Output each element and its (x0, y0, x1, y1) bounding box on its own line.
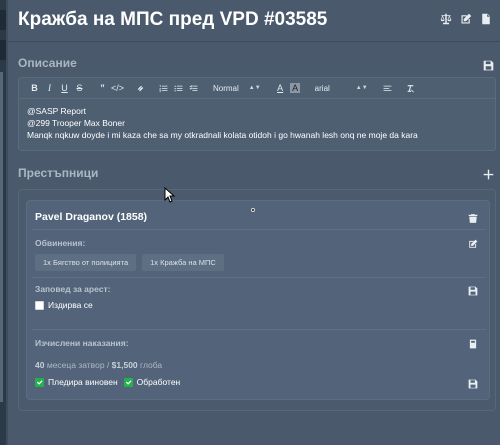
offenders-heading: Престъпници (18, 166, 99, 180)
report-line: @SASP Report (27, 106, 87, 116)
mouse-cursor-icon (164, 186, 176, 203)
description-editor[interactable]: B I U S ” </> Normal ▲▼ A A arial ▲▼ @SA… (18, 77, 496, 151)
divider (32, 229, 486, 230)
checklist-icon[interactable] (186, 81, 201, 95)
rail-tab-1[interactable] (0, 10, 6, 30)
status-checkboxes: Пледира виновен Обработен (35, 377, 180, 387)
save-icon[interactable] (483, 58, 494, 71)
align-icon[interactable] (380, 81, 395, 95)
charge-chip[interactable]: 1x Бягство от полицията (35, 254, 137, 271)
edit-icon[interactable] (460, 13, 472, 25)
wanted-checkbox-label: Издирва се (48, 300, 93, 310)
strike-button[interactable]: S (72, 81, 87, 95)
divider (32, 277, 486, 278)
cursor-dot (251, 208, 255, 212)
editor-content[interactable]: @SASP Report @299 Trooper Max Boner Manq… (19, 99, 495, 147)
blockquote-button[interactable]: ” (95, 81, 110, 95)
heading-select[interactable]: Normal ▲▼ (209, 84, 265, 93)
clear-format-icon[interactable] (403, 81, 418, 95)
edit-icon[interactable] (468, 236, 478, 248)
fine-text: глоба (140, 360, 163, 370)
sentence-summary: 40 месеца затвор / $1,500 глоба (35, 360, 162, 370)
charge-chip[interactable]: 1x Кражба на МПС (142, 254, 224, 271)
document-icon[interactable] (480, 13, 492, 25)
divider (32, 329, 486, 330)
link-icon[interactable] (133, 81, 148, 95)
pleaded-guilty-label: Пледира виновен (48, 377, 118, 387)
italic-button[interactable]: I (42, 81, 57, 95)
text-color-button[interactable]: A (273, 81, 288, 95)
description-heading: Описание (18, 56, 77, 70)
scroll-indicator[interactable] (0, 72, 3, 402)
rail-tab-2[interactable] (0, 40, 6, 60)
bullet-list-icon[interactable] (171, 81, 186, 95)
trash-icon[interactable] (468, 211, 478, 223)
font-select[interactable]: arial ▲▼ (311, 84, 372, 93)
save-icon[interactable] (468, 376, 478, 389)
add-offender-icon[interactable] (483, 167, 494, 180)
page-title: Кражба на МПС пред VPD #03585 (18, 9, 328, 30)
editor-toolbar: B I U S ” </> Normal ▲▼ A A arial ▲▼ (19, 78, 495, 99)
scale-icon[interactable] (440, 13, 452, 25)
underline-button[interactable]: U (57, 81, 72, 95)
wanted-checkbox[interactable] (35, 300, 44, 310)
calculated-label: Изчислени наказания: (35, 338, 129, 348)
ordered-list-icon[interactable] (156, 81, 171, 95)
background-color-button[interactable]: A (288, 81, 303, 95)
processed-checkbox[interactable] (123, 377, 133, 387)
bold-button[interactable]: B (27, 81, 42, 95)
sentence-months: 40 (35, 360, 45, 370)
code-button[interactable]: </> (110, 81, 125, 95)
fine-amount: $1,500 (111, 360, 138, 370)
sentence-text: месеца затвор / (46, 360, 110, 370)
report-header: Кражба на МПС пред VPD #03585 (8, 0, 500, 42)
report-line: Manqk nqkuw doyde i mi kaza che sa my ot… (27, 130, 418, 140)
pleaded-guilty-checkbox[interactable] (35, 377, 44, 387)
suspect-name: Pavel Draganov (1858) (35, 211, 148, 223)
left-rail (0, 0, 6, 445)
wanted-checkbox-row[interactable]: Издирва се (35, 300, 93, 310)
report-line: @299 Trooper Max Boner (27, 118, 125, 128)
calculator-icon[interactable] (468, 336, 478, 349)
charges-label: Обвинения: (35, 238, 86, 248)
charges-list: 1x Бягство от полицията 1x Кражба на МПС (35, 254, 224, 271)
offender-details (26, 200, 490, 400)
processed-label: Обработен (136, 377, 181, 387)
save-icon[interactable] (468, 283, 478, 296)
warrant-label: Заповед за арест: (35, 284, 111, 294)
